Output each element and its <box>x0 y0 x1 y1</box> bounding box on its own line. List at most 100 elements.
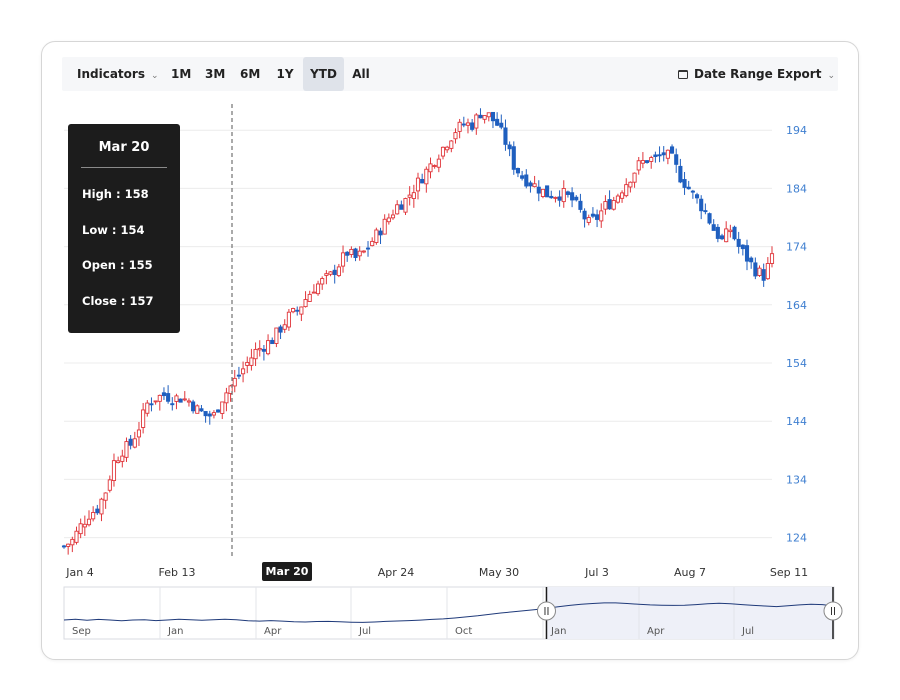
navigator-handle[interactable] <box>823 601 843 621</box>
candle[interactable] <box>399 200 404 210</box>
candle[interactable] <box>482 115 487 124</box>
candle[interactable] <box>374 227 379 245</box>
candle[interactable] <box>357 246 362 261</box>
candle[interactable] <box>103 492 108 509</box>
candle[interactable] <box>765 257 770 280</box>
candle[interactable] <box>465 118 471 134</box>
candle[interactable] <box>599 203 604 228</box>
candle[interactable] <box>678 158 683 184</box>
candle[interactable] <box>628 181 633 193</box>
candle[interactable] <box>744 239 750 271</box>
candle[interactable] <box>353 247 358 262</box>
candle[interactable] <box>682 171 687 195</box>
candle[interactable] <box>694 192 700 204</box>
candle[interactable] <box>282 319 287 333</box>
candle[interactable] <box>386 213 391 225</box>
candle[interactable] <box>603 195 608 215</box>
candle[interactable] <box>719 233 725 241</box>
candle[interactable] <box>78 518 83 539</box>
candle[interactable] <box>186 398 191 407</box>
candle[interactable] <box>761 263 766 287</box>
candle[interactable] <box>345 251 350 262</box>
candle[interactable] <box>107 475 112 493</box>
candle[interactable] <box>757 265 762 277</box>
candle[interactable] <box>207 410 212 425</box>
candle[interactable] <box>690 189 695 199</box>
candle[interactable] <box>286 309 291 331</box>
candle[interactable] <box>736 231 741 254</box>
candle[interactable] <box>170 397 175 411</box>
candle[interactable] <box>295 306 300 316</box>
candle[interactable] <box>61 544 67 549</box>
candle[interactable] <box>428 157 433 179</box>
candle[interactable] <box>249 348 254 371</box>
candle[interactable] <box>665 149 670 165</box>
candle[interactable] <box>645 160 650 164</box>
candle[interactable] <box>674 148 679 173</box>
candle[interactable] <box>91 506 96 522</box>
candle[interactable] <box>607 190 612 210</box>
candle[interactable] <box>711 219 716 231</box>
candle[interactable] <box>686 180 691 190</box>
candle[interactable] <box>624 178 629 198</box>
candle[interactable] <box>378 227 383 244</box>
candle[interactable] <box>574 195 579 202</box>
candle[interactable] <box>86 510 92 527</box>
candle[interactable] <box>324 270 329 285</box>
candle[interactable] <box>136 421 142 446</box>
candle[interactable] <box>253 342 258 367</box>
candle[interactable] <box>236 366 241 380</box>
candle[interactable] <box>461 116 466 128</box>
candle[interactable] <box>595 209 600 228</box>
candle[interactable] <box>111 453 117 487</box>
navigator-handle[interactable] <box>536 601 556 621</box>
candle[interactable] <box>470 119 475 132</box>
candle[interactable] <box>157 394 162 411</box>
candle[interactable] <box>340 245 346 273</box>
candle[interactable] <box>532 175 537 188</box>
candle[interactable] <box>511 141 516 175</box>
candle[interactable] <box>332 264 337 284</box>
candle[interactable] <box>440 146 446 160</box>
candle[interactable] <box>632 172 637 188</box>
candle[interactable] <box>724 221 729 243</box>
candle[interactable] <box>565 190 570 198</box>
candle[interactable] <box>191 399 196 414</box>
candle[interactable] <box>570 187 575 208</box>
candle[interactable] <box>270 337 275 345</box>
candle[interactable] <box>436 154 441 173</box>
candle[interactable] <box>699 195 704 220</box>
navigator-selection[interactable] <box>546 587 834 639</box>
candle[interactable] <box>182 391 187 402</box>
candle[interactable] <box>99 497 104 522</box>
candle[interactable] <box>732 225 737 241</box>
candle[interactable] <box>703 203 708 215</box>
candle[interactable] <box>707 212 712 225</box>
candle[interactable] <box>224 387 229 412</box>
candle[interactable] <box>82 515 87 536</box>
candle[interactable] <box>620 190 625 203</box>
candle[interactable] <box>245 356 250 374</box>
candle[interactable] <box>524 169 529 189</box>
candle[interactable] <box>232 369 237 393</box>
candle[interactable] <box>361 250 366 254</box>
candle[interactable] <box>166 385 171 404</box>
candle[interactable] <box>149 397 154 412</box>
candle[interactable] <box>328 271 333 277</box>
candle[interactable] <box>415 172 421 200</box>
candle[interactable] <box>261 344 266 361</box>
candle[interactable] <box>640 152 645 169</box>
candle[interactable] <box>653 151 658 163</box>
candle[interactable] <box>307 290 312 302</box>
candle[interactable] <box>740 244 745 256</box>
candle[interactable] <box>507 141 512 157</box>
candle[interactable] <box>503 119 508 151</box>
candle[interactable] <box>349 246 354 258</box>
candle[interactable] <box>407 186 412 206</box>
candle[interactable] <box>753 257 758 280</box>
candle[interactable] <box>590 207 595 219</box>
candle[interactable] <box>457 118 462 139</box>
candle[interactable] <box>336 263 341 278</box>
candle[interactable] <box>615 193 620 204</box>
candle[interactable] <box>124 437 129 462</box>
